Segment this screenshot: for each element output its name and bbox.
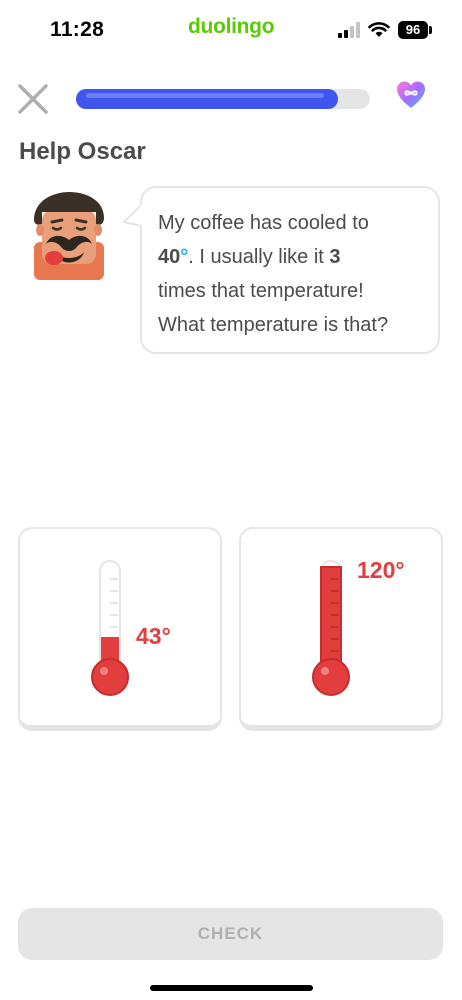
status-bar: 11:28 duolingo 96	[0, 0, 462, 60]
battery-icon: 96	[398, 21, 428, 39]
speech-bubble-tail	[123, 203, 144, 227]
battery-tip	[429, 26, 432, 34]
infinity-heart-icon[interactable]	[396, 80, 426, 110]
close-icon[interactable]	[16, 82, 50, 116]
lesson-screen: 11:28 duolingo 96 Help Oscar My coffee h…	[0, 0, 462, 1000]
wifi-icon	[368, 22, 390, 37]
check-button[interactable]: CHECK	[18, 908, 443, 960]
speech-line-1: My coffee has cooled to	[158, 212, 369, 234]
thermometer-icon	[312, 560, 350, 696]
progress-shine	[86, 93, 324, 98]
speech-number-2: 3	[329, 246, 341, 268]
answer-option-43[interactable]: 43°	[18, 527, 222, 731]
signal-icon	[338, 22, 360, 38]
status-time: 11:28	[50, 18, 105, 41]
progress-fill	[76, 89, 338, 109]
option-label: 120°	[357, 557, 405, 583]
progress-bar	[76, 89, 370, 109]
page-title: Help Oscar	[19, 138, 146, 165]
speech-line-3: times that temperature!	[158, 280, 364, 302]
home-indicator	[150, 985, 313, 991]
oscar-avatar	[34, 192, 104, 280]
thermometer-icon	[91, 560, 129, 696]
speech-text: My coffee has cooled to 40°. I usually l…	[158, 206, 436, 342]
speech-line-2: 40°. I usually like it 3	[158, 240, 436, 274]
speech-line-4: What temperature is that?	[158, 314, 389, 336]
option-label: 43°	[136, 623, 171, 649]
status-app-name: duolingo	[188, 15, 275, 38]
speech-number-1: 40	[158, 246, 181, 268]
speech-text-mid: . I usually like it	[188, 246, 330, 268]
answer-option-120[interactable]: 120°	[239, 527, 443, 731]
